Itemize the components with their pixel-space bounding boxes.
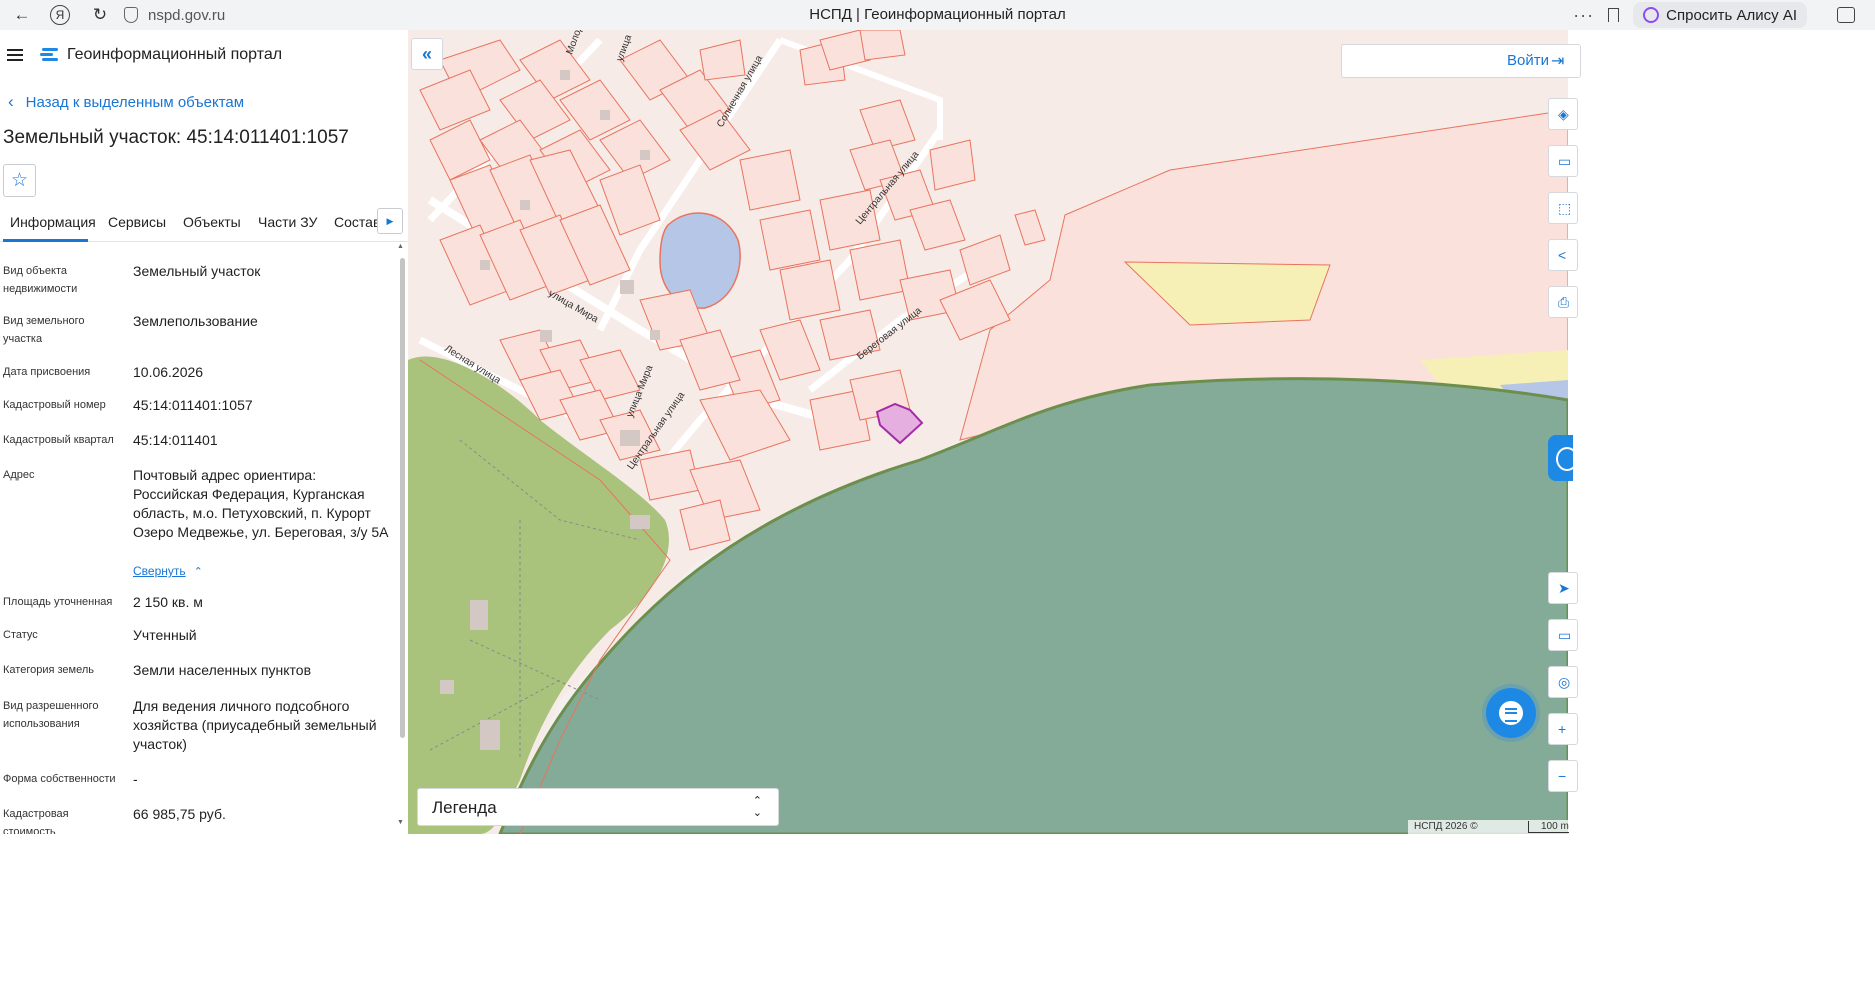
browser-right-controls: ··· Спросить Алису AI xyxy=(1573,0,1875,30)
tab-bar: Информация Сервисы Объекты Части ЗУ Сост… xyxy=(0,206,408,242)
favorite-star-button[interactable]: ☆ xyxy=(3,164,36,197)
info-value: 2 150 кв. м xyxy=(133,594,203,610)
portal-logo-icon xyxy=(40,46,58,64)
info-value[interactable]: 45:14:011401:1057 xyxy=(133,396,389,415)
alice-button[interactable]: Спросить Алису AI xyxy=(1633,2,1807,28)
info-label: Площадь уточненная xyxy=(3,596,113,608)
url-text: nspd.gov.ru xyxy=(148,6,226,24)
address-bar[interactable]: nspd.gov.ru xyxy=(124,7,225,24)
tab-scroll-right-button[interactable]: ▶ xyxy=(377,208,403,234)
map-attribution: НСПД 2026 © 100 m xyxy=(1408,820,1573,834)
zoom-in-button[interactable]: + xyxy=(1548,713,1578,745)
info-value: Учтенный xyxy=(133,627,197,643)
active-tab-indicator xyxy=(3,239,88,242)
map-pin-icon: ◎ xyxy=(1558,673,1571,690)
info-value: - xyxy=(133,771,138,787)
search-side-button[interactable] xyxy=(1548,435,1578,481)
side-panel-icon[interactable] xyxy=(1837,7,1855,23)
chat-icon xyxy=(1499,701,1523,725)
chevron-updown-icon: ⌃ ⌄ xyxy=(752,795,762,819)
tab-parts[interactable]: Части ЗУ xyxy=(258,214,317,230)
menu-icon[interactable] xyxy=(7,49,23,61)
app-header: Геоинформационный портал xyxy=(0,30,408,80)
back-link-label: Назад к выделенным объектам xyxy=(25,93,245,111)
collapse-container: Свернуть ⌃ xyxy=(133,561,389,582)
star-icon: ☆ xyxy=(10,170,29,191)
yandex-icon[interactable]: Я xyxy=(50,5,70,25)
info-label: Дата присвоения xyxy=(3,366,91,378)
place-marker-button[interactable]: ◎ xyxy=(1548,666,1578,698)
alice-label: Спросить Алису AI xyxy=(1666,6,1797,24)
collapse-address-link[interactable]: Свернуть xyxy=(133,564,186,578)
more-icon[interactable]: ··· xyxy=(1573,5,1594,26)
location-arrow-icon: ➤ xyxy=(1558,579,1570,596)
plus-icon: + xyxy=(1558,721,1567,737)
legend-dropdown[interactable]: Легенда ⌃ ⌄ xyxy=(417,788,779,826)
panel-scrollbar[interactable] xyxy=(400,258,405,738)
scroll-down-icon[interactable]: ▼ xyxy=(397,819,404,826)
reload-icon[interactable]: ↻ xyxy=(86,1,114,29)
back-arrow-icon[interactable]: ← xyxy=(8,1,36,29)
select-tool-button[interactable]: ⬚ xyxy=(1548,192,1578,224)
tab-composition[interactable]: Состав xyxy=(334,214,380,230)
select-icon: ⬚ xyxy=(1558,199,1572,216)
info-label: Категория земель xyxy=(3,664,94,676)
info-value: Почтовый адрес ориентира: Российская Фед… xyxy=(133,467,389,540)
info-value: Земельный участок xyxy=(133,263,261,279)
zoom-out-button[interactable]: − xyxy=(1548,760,1578,792)
info-label: Вид разрешенного использования xyxy=(3,700,99,730)
basemap-button[interactable]: ▭ xyxy=(1548,619,1578,651)
scale-bar: 100 m xyxy=(1528,821,1569,833)
info-label: Форма собственности xyxy=(3,773,116,785)
share-icon: < xyxy=(1558,247,1567,263)
legend-title: Легенда xyxy=(432,798,497,817)
bookmark-icon[interactable] xyxy=(1608,8,1620,22)
info-value: Землепользование xyxy=(133,313,258,329)
app-title: Геоинформационный портал xyxy=(67,46,283,63)
collapse-panel-button[interactable]: « xyxy=(411,38,443,70)
info-label: Адрес xyxy=(3,469,35,481)
share-button[interactable]: < xyxy=(1548,239,1578,271)
page-bottom xyxy=(0,834,1875,999)
chevron-left-icon: ‹ xyxy=(8,92,14,111)
info-label: Вид земельного участка xyxy=(3,315,85,345)
info-label: Статус xyxy=(3,629,38,641)
back-to-selection-link[interactable]: ‹ Назад к выделенным объектам xyxy=(8,92,408,112)
info-value: Для ведения личного подсобного хозяйства… xyxy=(133,698,377,752)
print-button[interactable]: ⎙ xyxy=(1548,286,1578,318)
info-label: Вид объекта недвижимости xyxy=(3,265,78,295)
double-chevron-left-icon: « xyxy=(421,43,432,64)
printer-icon: ⎙ xyxy=(1558,293,1570,310)
scroll-up-icon[interactable]: ▲ xyxy=(397,243,404,250)
info-value: 66 985,75 руб. xyxy=(133,806,226,822)
login-button[interactable]: Войти xyxy=(1507,52,1549,69)
object-title: Земельный участок: 45:14:011401:1057 xyxy=(3,127,349,148)
minus-icon: − xyxy=(1558,768,1567,784)
layers-icon: ◈ xyxy=(1558,105,1569,122)
info-value: Земли населенных пунктов xyxy=(133,662,312,678)
basemap-icon: ▭ xyxy=(1558,626,1572,643)
info-value[interactable]: 45:14:011401 xyxy=(133,431,389,450)
tab-services[interactable]: Сервисы xyxy=(108,214,166,230)
tab-objects[interactable]: Объекты xyxy=(183,214,241,230)
ruler-icon: ▭ xyxy=(1558,152,1572,169)
attribution-text: НСПД 2026 © xyxy=(1414,821,1478,832)
info-value: 10.06.2026 xyxy=(133,364,204,380)
login-icon[interactable]: ⇥ xyxy=(1551,51,1564,71)
info-label: Кадастровый номер xyxy=(3,399,106,411)
chevron-up-icon: ⌃ xyxy=(193,566,203,578)
geolocation-button[interactable]: ➤ xyxy=(1548,572,1578,604)
info-label: Кадастровый квартал xyxy=(3,434,114,446)
measure-button[interactable]: ▭ xyxy=(1548,145,1578,177)
shield-icon xyxy=(124,7,138,23)
tab-information[interactable]: Информация xyxy=(10,214,96,230)
alice-icon xyxy=(1643,7,1660,23)
chat-button[interactable] xyxy=(1486,688,1536,738)
layers-button[interactable]: ◈ xyxy=(1548,98,1578,130)
